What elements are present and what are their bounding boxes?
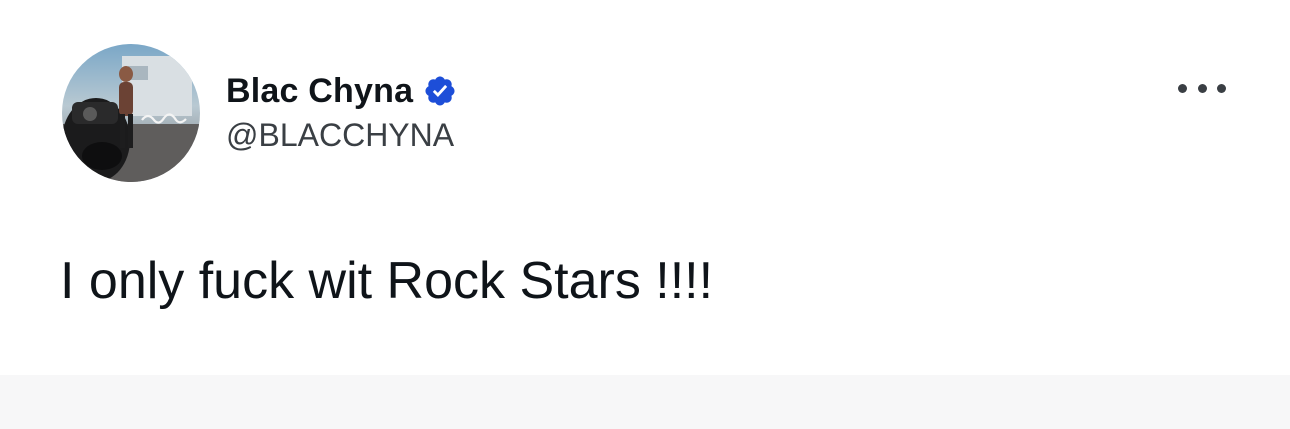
more-options-icon[interactable] [1178,76,1226,100]
tweet-card: Blac Chyna @BLACCHYNA I only fuck wit Ro… [0,0,1290,375]
author-name-row[interactable]: Blac Chyna [226,66,457,116]
avatar[interactable] [62,44,200,182]
author-handle[interactable]: @BLACCHYNA [226,117,454,153]
tweet-text: I only fuck wit Rock Stars !!!! [60,252,714,310]
display-name[interactable]: Blac Chyna [226,74,413,108]
avatar-photo [62,44,200,182]
footer-divider-band [0,375,1290,429]
more-dot [1197,83,1207,93]
verified-badge-icon [425,76,455,106]
more-dot [1217,83,1226,93]
more-dot [1178,83,1187,93]
